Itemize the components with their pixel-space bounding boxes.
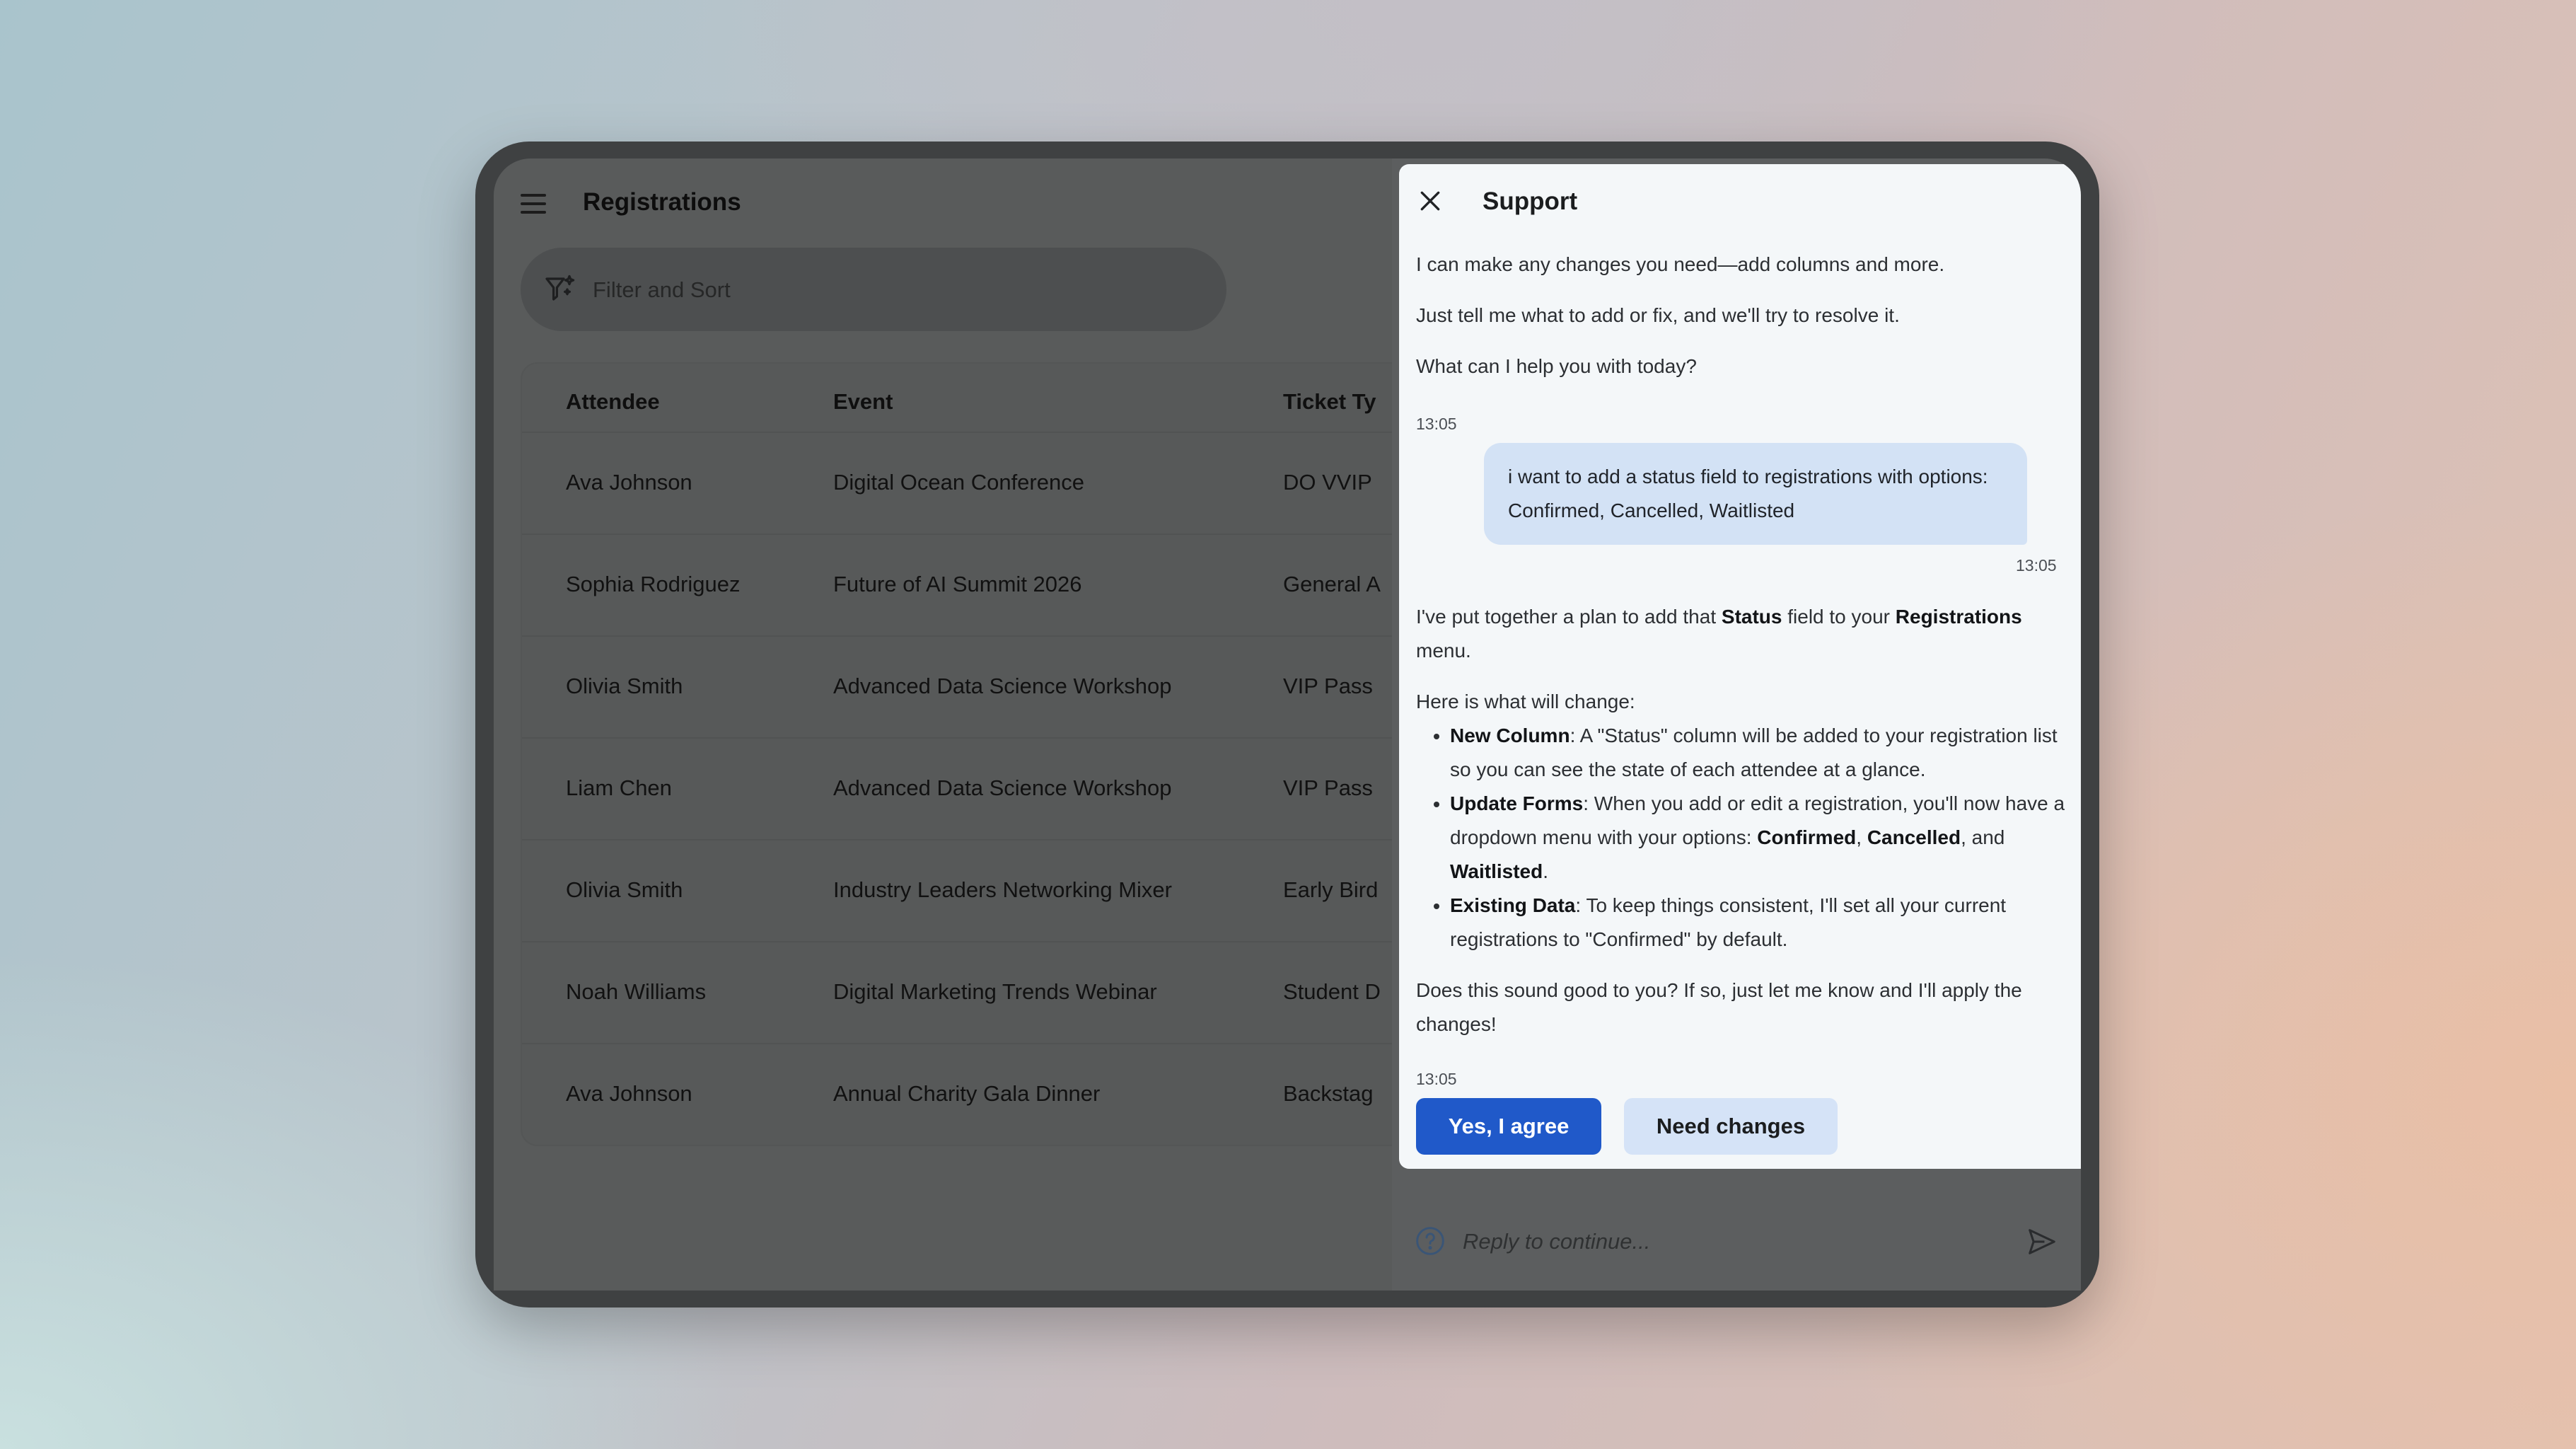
user-message-bubble: i want to add a status field to registra…: [1484, 443, 2027, 545]
list-item: Update Forms: When you add or edit a reg…: [1450, 787, 2067, 889]
column-header-event[interactable]: Event: [833, 389, 893, 415]
cell-event: Annual Charity Gala Dinner: [833, 1081, 1101, 1106]
table-row[interactable]: Ava Johnson Annual Charity Gala Dinner B…: [522, 1043, 1441, 1146]
page-title: Registrations: [583, 188, 741, 216]
list-item: Existing Data: To keep things consistent…: [1450, 889, 2067, 957]
table-row[interactable]: Olivia Smith Advanced Data Science Works…: [522, 635, 1441, 739]
cell-event: Digital Marketing Trends Webinar: [833, 979, 1157, 1004]
cell-event: Advanced Data Science Workshop: [833, 674, 1172, 698]
cell-attendee: Liam Chen: [566, 775, 672, 800]
cell-attendee: Olivia Smith: [566, 877, 683, 902]
cell-event: Digital Ocean Conference: [833, 470, 1084, 495]
registrations-table: Attendee Event Ticket Ty Ava Johnson Dig…: [521, 362, 1443, 1146]
support-title: Support: [1483, 187, 1578, 215]
need-changes-button[interactable]: Need changes: [1624, 1098, 1838, 1155]
table-row[interactable]: Noah Williams Digital Marketing Trends W…: [522, 941, 1441, 1044]
yes-i-agree-button[interactable]: Yes, I agree: [1416, 1098, 1601, 1155]
assistant-message: Just tell me what to add or fix, and we'…: [1416, 304, 1900, 326]
support-dialog: Support I can make any changes you need—…: [1399, 164, 2081, 1169]
help-icon[interactable]: [1415, 1225, 1446, 1257]
table-row[interactable]: Olivia Smith Industry Leaders Networking…: [522, 839, 1441, 942]
cell-attendee: Noah Williams: [566, 979, 707, 1004]
tablet-device: Registrations Filter and Sort Attendee E…: [475, 142, 2099, 1307]
cell-event: Future of AI Summit 2026: [833, 572, 1082, 596]
cell-ticket-type: Backstag: [1283, 1081, 1374, 1106]
cell-attendee: Ava Johnson: [566, 1081, 692, 1106]
cell-ticket-type: Early Bird: [1283, 877, 1379, 902]
filter-sort-placeholder: Filter and Sort: [593, 277, 731, 302]
table-row[interactable]: Sophia Rodriguez Future of AI Summit 202…: [522, 533, 1441, 637]
changes-heading: Here is what will change:: [1416, 691, 1635, 712]
cell-event: Advanced Data Science Workshop: [833, 775, 1172, 800]
reply-input[interactable]: [1461, 1221, 1959, 1262]
message-timestamp: 13:05: [1416, 1070, 1457, 1088]
table-row[interactable]: Liam Chen Advanced Data Science Workshop…: [522, 737, 1441, 841]
column-header-ticket-type[interactable]: Ticket Ty: [1283, 389, 1376, 415]
column-header-attendee[interactable]: Attendee: [566, 389, 660, 415]
cell-ticket-type: General A: [1283, 572, 1381, 596]
cell-ticket-type: VIP Pass: [1283, 775, 1373, 800]
cell-attendee: Sophia Rodriguez: [566, 572, 741, 596]
assistant-message: What can I help you with today?: [1416, 355, 1697, 377]
list-item: New Column: A "Status" column will be ad…: [1450, 719, 2067, 787]
cell-attendee: Ava Johnson: [566, 470, 692, 495]
screen: Registrations Filter and Sort Attendee E…: [494, 158, 2081, 1291]
user-message: i want to add a status field to registra…: [1508, 466, 1988, 521]
send-icon[interactable]: [2026, 1225, 2058, 1258]
menu-icon[interactable]: [519, 190, 547, 218]
cell-attendee: Olivia Smith: [566, 674, 683, 698]
plan-intro: I've put together a plan to add that Sta…: [1416, 606, 2022, 662]
table-row[interactable]: Ava Johnson Digital Ocean Conference DO …: [522, 432, 1441, 535]
closing-question: Does this sound good to you? If so, just…: [1416, 979, 2022, 1035]
cell-ticket-type: VIP Pass: [1283, 674, 1373, 698]
changes-list: New Column: A "Status" column will be ad…: [1416, 719, 2067, 957]
assistant-message: I can make any changes you need—add colu…: [1416, 253, 1945, 275]
cell-ticket-type: Student D: [1283, 979, 1381, 1004]
assistant-plan-message: I've put together a plan to add that Sta…: [1416, 600, 2067, 1041]
filter-sort-bar[interactable]: Filter and Sort: [521, 248, 1226, 331]
cell-event: Industry Leaders Networking Mixer: [833, 877, 1172, 902]
reply-bar: [1392, 1186, 2081, 1291]
message-timestamp: 13:05: [2016, 556, 2057, 575]
message-timestamp: 13:05: [1416, 415, 1457, 433]
close-icon[interactable]: [1416, 187, 1444, 215]
cell-ticket-type: DO VVIP: [1283, 470, 1372, 495]
filter-sparkle-icon: [545, 275, 575, 301]
